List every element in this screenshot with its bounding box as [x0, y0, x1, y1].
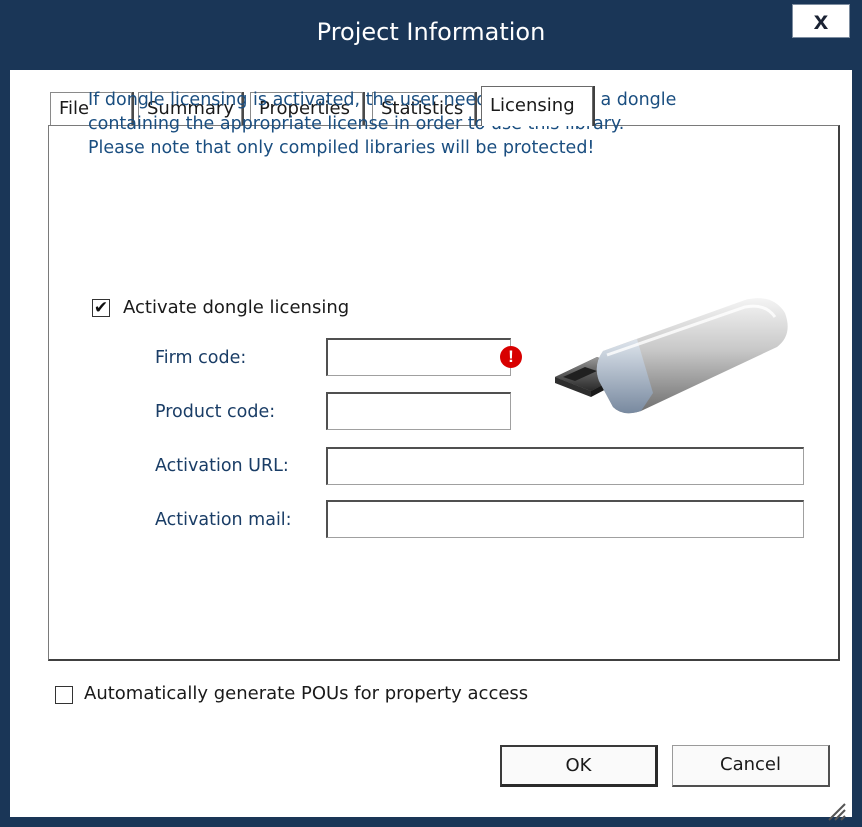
info-line: If dongle licensing is activated, the us… — [88, 90, 677, 110]
product-code-input[interactable] — [326, 392, 511, 430]
dialog-frame: Project Information x File Summary Prope… — [0, 0, 862, 827]
tab-label: Licensing — [490, 95, 575, 116]
firm-code-input[interactable] — [326, 338, 511, 376]
auto-generate-checkbox[interactable] — [55, 686, 73, 704]
activation-mail-input[interactable] — [326, 500, 804, 538]
activation-url-input[interactable] — [326, 447, 804, 485]
activation-mail-label: Activation mail: — [155, 510, 292, 530]
error-mark: ! — [508, 347, 514, 366]
ok-button[interactable]: OK — [500, 745, 658, 787]
check-mark: ✔ — [93, 298, 109, 318]
cancel-button[interactable]: Cancel — [672, 745, 830, 787]
activation-url-label: Activation URL: — [155, 456, 289, 476]
auto-generate-label: Automatically generate POUs for property… — [84, 683, 529, 704]
tab-licensing[interactable]: Licensing — [481, 86, 593, 126]
close-button[interactable]: x — [792, 4, 850, 38]
resize-grip-icon[interactable] — [823, 798, 847, 822]
activate-dongle-checkbox[interactable]: ✔ — [92, 299, 110, 317]
licensing-info-text: If dongle licensing is activated, the us… — [88, 88, 808, 160]
error-icon: ! — [500, 346, 522, 368]
title-bar[interactable]: Project Information x — [0, 0, 862, 70]
product-code-label: Product code: — [155, 402, 276, 422]
activate-dongle-label: Activate dongle licensing — [123, 297, 350, 318]
dialog-title: Project Information — [316, 18, 546, 46]
usb-dongle-icon — [555, 298, 788, 414]
tab-label: File — [59, 98, 90, 119]
close-icon: x — [813, 5, 829, 35]
firm-code-label: Firm code: — [155, 348, 247, 368]
info-line: Please note that only compiled libraries… — [88, 138, 595, 158]
info-line: containing the appropriate license in or… — [88, 114, 625, 134]
